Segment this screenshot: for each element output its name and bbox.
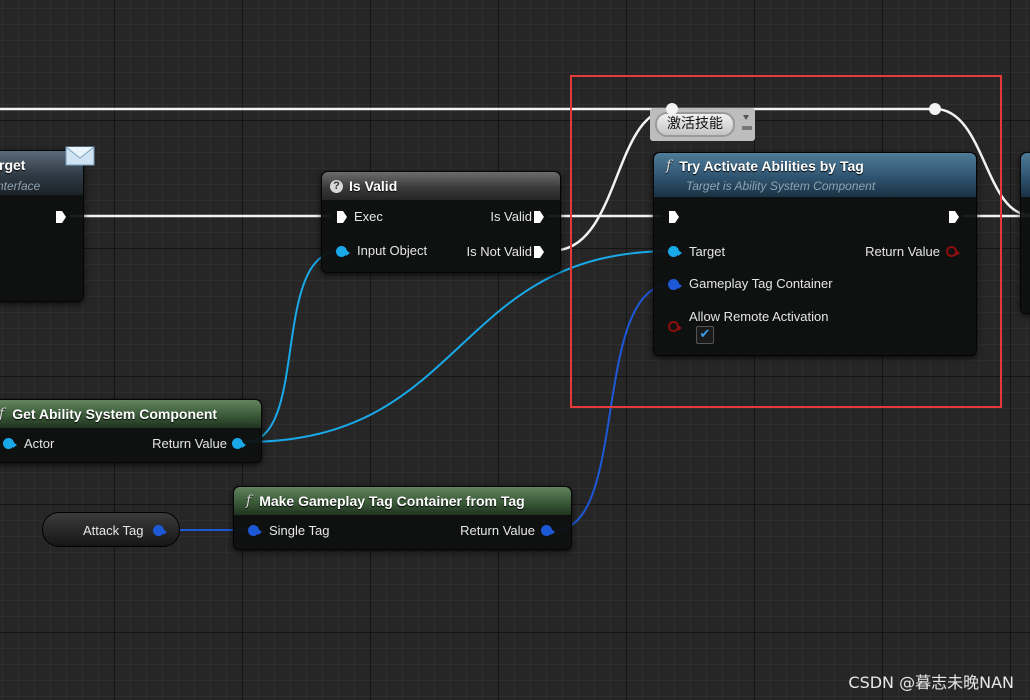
make-tag-return-label: Return Value — [460, 523, 535, 538]
single-tag-pin[interactable] — [248, 525, 262, 536]
input-object-label: Input Object — [357, 243, 428, 258]
get-asc-header: f Get Ability System Component — [0, 400, 261, 428]
node-left-title: rget — [0, 157, 26, 173]
is-valid-header: ? Is Valid — [322, 172, 560, 200]
input-object-pin[interactable] — [336, 246, 350, 257]
exec-in-pin[interactable] — [668, 210, 680, 224]
node-get-ability-system-component[interactable]: f Get Ability System Component Actor Ret… — [0, 399, 262, 463]
get-asc-title: Get Ability System Component — [12, 406, 218, 422]
make-tag-return-pin[interactable] — [541, 525, 555, 536]
is-not-valid-label: Is Not Valid — [466, 244, 532, 259]
target-pin[interactable] — [668, 246, 682, 257]
function-f-icon: f — [666, 158, 672, 174]
node-right-partial[interactable] — [1020, 152, 1030, 314]
get-asc-return-pin[interactable] — [232, 438, 246, 449]
attack-tag-variable[interactable]: Attack Tag — [42, 512, 180, 547]
node-left-subtitle: nterface — [0, 179, 41, 193]
is-valid-title: Is Valid — [349, 178, 398, 194]
actor-pin[interactable] — [3, 438, 17, 449]
exec-in-pin[interactable] — [336, 210, 348, 224]
comment-bubble[interactable]: 激活技能 — [655, 112, 735, 137]
try-activate-title: Try Activate Abilities by Tag — [679, 158, 864, 174]
reroute-node-2[interactable] — [929, 103, 941, 115]
function-f-icon: f — [246, 493, 252, 509]
make-tag-container-title: Make Gameplay Tag Container from Tag — [259, 493, 525, 509]
exec-in-label: Exec — [354, 209, 383, 224]
return-value-bool-pin[interactable] — [946, 246, 960, 257]
target-label: Target — [689, 244, 726, 259]
question-icon: ? — [330, 179, 343, 193]
allow-remote-checkbox[interactable]: ✔ — [696, 326, 714, 344]
single-tag-label: Single Tag — [269, 523, 330, 538]
attack-tag-label: Attack Tag — [83, 523, 144, 538]
node-left-partial[interactable]: rget nterface — [0, 150, 84, 302]
make-tag-container-header: f Make Gameplay Tag Container from Tag — [234, 487, 571, 515]
attack-tag-pin[interactable] — [153, 525, 167, 536]
tag-container-label: Gameplay Tag Container — [689, 276, 833, 291]
actor-label: Actor — [24, 436, 55, 451]
is-not-valid-out-pin[interactable] — [533, 245, 545, 259]
is-valid-out-pin[interactable] — [533, 210, 545, 224]
node-try-activate-abilities[interactable]: f Try Activate Abilities by Tag Target i… — [653, 152, 977, 356]
node-make-tag-container[interactable]: f Make Gameplay Tag Container from Tag S… — [233, 486, 572, 550]
exec-out-pin[interactable] — [948, 210, 960, 224]
watermark: CSDN @暮志未晚NAN — [848, 673, 1014, 692]
get-asc-return-label: Return Value — [152, 436, 227, 451]
try-activate-subtitle: Target is Ability System Component — [686, 179, 876, 193]
return-value-label: Return Value — [865, 244, 940, 259]
envelope-icon — [65, 146, 95, 166]
node-is-valid[interactable]: ? Is Valid Exec Is Valid Input Object Is… — [321, 171, 561, 273]
exec-out-pin[interactable] — [55, 210, 67, 224]
tag-container-pin[interactable] — [668, 279, 682, 290]
pin-comment-icon — [742, 115, 752, 130]
allow-remote-label: Allow Remote Activation — [689, 309, 829, 324]
node-right-header — [1021, 153, 1030, 197]
function-f-icon: f — [0, 406, 4, 422]
is-valid-out-label: Is Valid — [490, 209, 532, 224]
allow-remote-pin[interactable] — [668, 321, 682, 332]
reroute-node-1[interactable] — [666, 103, 678, 115]
